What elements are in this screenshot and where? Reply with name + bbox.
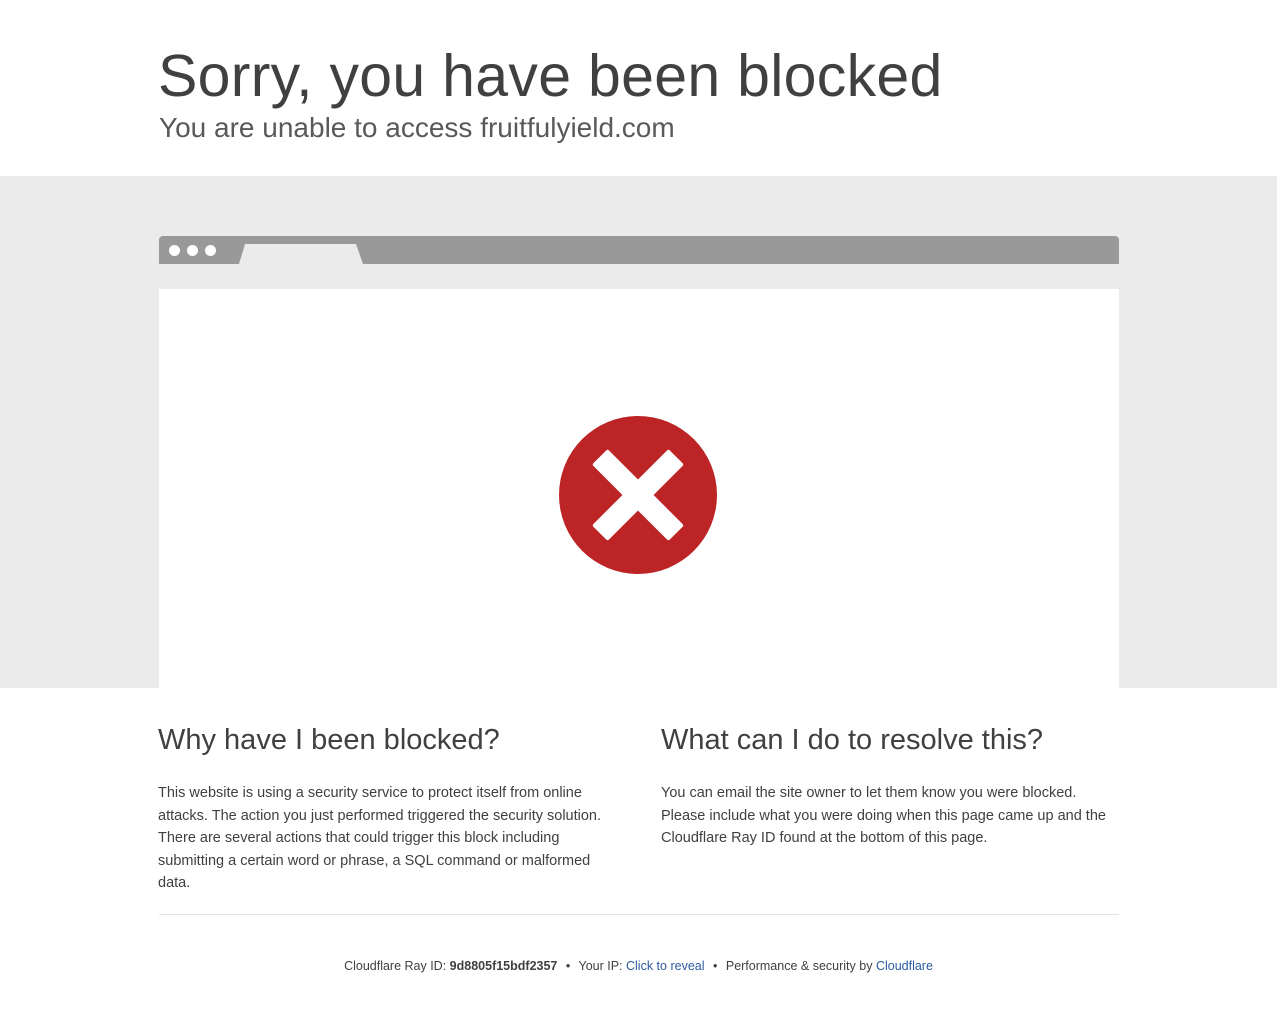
cloudflare-link[interactable]: Cloudflare: [876, 959, 933, 973]
window-dot-icon: [187, 245, 198, 256]
why-blocked-heading: Why have I been blocked?: [158, 724, 500, 756]
page-header: Sorry, you have been blocked You are una…: [0, 0, 1277, 176]
footer-separator: •: [565, 959, 571, 973]
ray-id-value: 9d8805f15bdf2357: [449, 959, 558, 973]
resolve-text: You can email the site owner to let them…: [661, 785, 1106, 846]
resolve-heading: What can I do to resolve this?: [661, 724, 1044, 756]
why-blocked-text: This website is using a security service…: [158, 785, 602, 891]
reveal-ip-link[interactable]: Click to reveal: [626, 959, 705, 973]
window-dot-icon: [205, 245, 216, 256]
ip-label: Your IP:: [578, 959, 623, 973]
page-title: Sorry, you have been blocked: [158, 43, 943, 109]
error-x-icon: [558, 415, 718, 575]
footer-divider: [159, 914, 1119, 915]
resolve-section: What can I do to resolve this? You can e…: [661, 718, 1121, 850]
ray-id-label: Cloudflare Ray ID:: [344, 959, 447, 973]
browser-illustration-bar: [159, 236, 1119, 264]
window-dot-icon: [169, 245, 180, 256]
page-subtitle: You are unable to access fruitfulyield.c…: [159, 112, 675, 143]
performance-label: Performance & security by: [725, 959, 873, 973]
browser-tab-shape: [239, 244, 363, 264]
footer-separator: •: [712, 959, 718, 973]
footer: Cloudflare Ray ID: 9d8805f15bdf2357 • Yo…: [0, 957, 1277, 975]
why-blocked-section: Why have I been blocked? This website is…: [158, 718, 618, 895]
